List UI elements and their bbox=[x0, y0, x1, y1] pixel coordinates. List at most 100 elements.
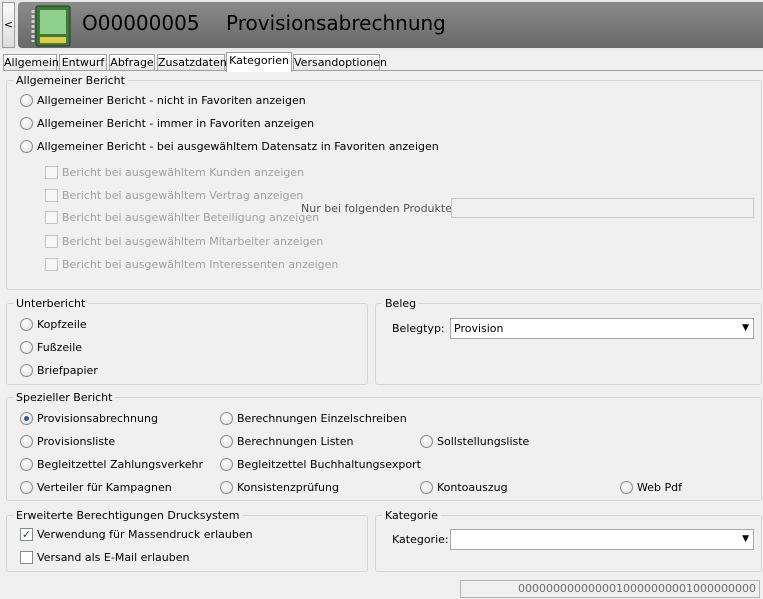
tab-abfrage[interactable]: Abfrage bbox=[109, 54, 155, 71]
tab-kategorien[interactable]: Kategorien bbox=[226, 52, 292, 72]
radio-label: Verteiler für Kampagnen bbox=[37, 481, 172, 494]
radio-label: Allgemeiner Bericht - bei ausgewähltem D… bbox=[37, 140, 439, 153]
radio-indicator bbox=[420, 481, 433, 494]
email-send-checkbox[interactable]: Versand als E-Mail erlauben bbox=[20, 551, 189, 564]
checkbox-label: Verwendung für Massendruck erlauben bbox=[37, 528, 253, 541]
radio-label: Berechnungen Listen bbox=[237, 435, 354, 448]
voucher-type-select[interactable]: Provision ▼ bbox=[450, 318, 754, 339]
voucher-legend: Beleg bbox=[382, 297, 420, 310]
general-report-selected-radio[interactable]: Allgemeiner Bericht - bei ausgewähltem D… bbox=[20, 140, 439, 153]
radio-label: Berechnungen Einzelschreiben bbox=[237, 412, 407, 425]
radio-indicator bbox=[220, 435, 233, 448]
special-account-statement-radio[interactable]: Kontoauszug bbox=[420, 481, 508, 494]
special-debit-list-radio[interactable]: Sollstellungsliste bbox=[420, 435, 529, 448]
show-for-employee-checkbox[interactable]: Bericht bei ausgewähltem Mitarbeiter anz… bbox=[45, 235, 323, 248]
radio-indicator bbox=[20, 435, 33, 448]
general-report-never-radio[interactable]: Allgemeiner Bericht - nicht in Favoriten… bbox=[20, 94, 306, 107]
page-title: Provisionsabrechnung bbox=[226, 11, 446, 35]
checkbox-box bbox=[45, 235, 58, 248]
radio-indicator bbox=[220, 458, 233, 471]
checkmark-icon: ✓ bbox=[20, 528, 33, 541]
tab-zusatzdaten[interactable]: Zusatzdaten bbox=[157, 54, 227, 71]
show-for-prospect-checkbox[interactable]: Bericht bei ausgewähltem Interessenten a… bbox=[45, 258, 338, 271]
special-report-legend: Spezieller Bericht bbox=[13, 391, 116, 404]
general-report-legend: Allgemeiner Bericht bbox=[13, 74, 128, 87]
special-commission-statement-radio[interactable]: Provisionsabrechnung bbox=[20, 412, 158, 425]
radio-label: Begleitzettel Buchhaltungsexport bbox=[237, 458, 421, 471]
category-legend: Kategorie bbox=[382, 509, 441, 522]
radio-indicator bbox=[20, 318, 33, 331]
radio-indicator bbox=[20, 94, 33, 107]
radio-label: Sollstellungsliste bbox=[437, 435, 530, 448]
show-for-customer-checkbox[interactable]: Bericht bei ausgewähltem Kunden anzeigen bbox=[45, 166, 304, 179]
voucher-type-value: Provision bbox=[454, 322, 504, 335]
voucher-group: Beleg bbox=[375, 297, 762, 385]
voucher-type-label: Belegtyp: bbox=[392, 322, 445, 335]
radio-indicator bbox=[20, 481, 33, 494]
special-commission-list-radio[interactable]: Provisionsliste bbox=[20, 435, 115, 448]
radio-indicator bbox=[220, 481, 233, 494]
checkbox-box bbox=[45, 211, 58, 224]
tab-versandoptionen[interactable]: Versandoptionen bbox=[293, 54, 387, 71]
radio-label: Fußzeile bbox=[37, 341, 83, 354]
category-select[interactable]: ▼ bbox=[450, 529, 754, 550]
radio-indicator bbox=[620, 481, 633, 494]
checkbox-label: Versand als E-Mail erlauben bbox=[37, 551, 190, 564]
radio-label: Briefpapier bbox=[37, 364, 98, 377]
special-campaign-distribution-radio[interactable]: Verteiler für Kampagnen bbox=[20, 481, 172, 494]
checkbox-box bbox=[45, 166, 58, 179]
radio-indicator bbox=[20, 412, 33, 425]
sub-report-header-radio[interactable]: Kopfzeile bbox=[20, 318, 87, 331]
checkbox-box bbox=[45, 258, 58, 271]
special-payment-slip-radio[interactable]: Begleitzettel Zahlungsverkehr bbox=[20, 458, 203, 471]
show-for-participation-checkbox[interactable]: Bericht bei ausgewählter Beteiligung anz… bbox=[45, 211, 319, 224]
tab-entwurf[interactable]: Entwurf bbox=[59, 54, 107, 71]
chevron-down-icon: ▼ bbox=[742, 323, 749, 333]
general-report-always-radio[interactable]: Allgemeiner Bericht - immer in Favoriten… bbox=[20, 117, 314, 130]
checkbox-box bbox=[45, 189, 58, 202]
radio-indicator bbox=[20, 341, 33, 354]
sub-report-letterhead-radio[interactable]: Briefpapier bbox=[20, 364, 98, 377]
radio-label: Provisionsliste bbox=[37, 435, 116, 448]
radio-indicator bbox=[20, 364, 33, 377]
radio-indicator bbox=[220, 412, 233, 425]
show-for-contract-checkbox[interactable]: Bericht bei ausgewähltem Vertrag anzeige… bbox=[45, 189, 303, 202]
mass-print-checkbox[interactable]: ✓ Verwendung für Massendruck erlauben bbox=[20, 528, 253, 541]
special-accounting-export-slip-radio[interactable]: Begleitzettel Buchhaltungsexport bbox=[220, 458, 421, 471]
record-id: O00000005 bbox=[82, 11, 200, 35]
tab-allgemein[interactable]: Allgemein bbox=[3, 54, 59, 71]
title-bar: O00000005 Provisionsabrechnung bbox=[18, 2, 763, 48]
radio-indicator bbox=[20, 117, 33, 130]
radio-indicator bbox=[420, 435, 433, 448]
radio-label: Web Pdf bbox=[637, 481, 682, 494]
products-input[interactable] bbox=[451, 198, 754, 218]
checkbox-box bbox=[20, 551, 33, 564]
radio-label: Allgemeiner Bericht - immer in Favoriten… bbox=[37, 117, 315, 130]
checkbox-label: Bericht bei ausgewähltem Kunden anzeigen bbox=[62, 166, 305, 179]
radio-indicator bbox=[20, 140, 33, 153]
checkbox-label: Bericht bei ausgewähltem Vertrag anzeige… bbox=[62, 189, 304, 202]
radio-label: Begleitzettel Zahlungsverkehr bbox=[37, 458, 203, 471]
back-button[interactable]: < bbox=[2, 2, 15, 48]
checkbox-label: Bericht bei ausgewähltem Mitarbeiter anz… bbox=[62, 235, 324, 248]
sub-report-legend: Unterbericht bbox=[13, 297, 89, 310]
radio-label: Allgemeiner Bericht - nicht in Favoriten… bbox=[37, 94, 306, 107]
products-label: Nur bei folgenden Produkten: bbox=[301, 202, 463, 215]
special-consistency-check-radio[interactable]: Konsistenzprüfung bbox=[220, 481, 339, 494]
special-calc-single-letter-radio[interactable]: Berechnungen Einzelschreiben bbox=[220, 412, 407, 425]
category-label: Kategorie: bbox=[392, 533, 449, 546]
radio-label: Kontoauszug bbox=[437, 481, 508, 494]
checkbox-label: Bericht bei ausgewähltem Interessenten a… bbox=[62, 258, 339, 271]
special-web-pdf-radio[interactable]: Web Pdf bbox=[620, 481, 682, 494]
radio-indicator bbox=[20, 458, 33, 471]
checkbox-label: Bericht bei ausgewählter Beteiligung anz… bbox=[62, 211, 320, 224]
chevron-down-icon: ▼ bbox=[742, 534, 749, 544]
header: < O00000005 Provisionsabrechnung bbox=[0, 0, 763, 50]
special-calc-lists-radio[interactable]: Berechnungen Listen bbox=[220, 435, 353, 448]
sub-report-footer-radio[interactable]: Fußzeile bbox=[20, 341, 82, 354]
permissions-legend: Erweiterte Berechtigungen Drucksystem bbox=[13, 509, 243, 522]
radio-label: Kopfzeile bbox=[37, 318, 87, 331]
status-code-field: 0000000000000010000000001000000000 bbox=[460, 580, 760, 598]
radio-label: Provisionsabrechnung bbox=[37, 412, 158, 425]
radio-label: Konsistenzprüfung bbox=[237, 481, 339, 494]
